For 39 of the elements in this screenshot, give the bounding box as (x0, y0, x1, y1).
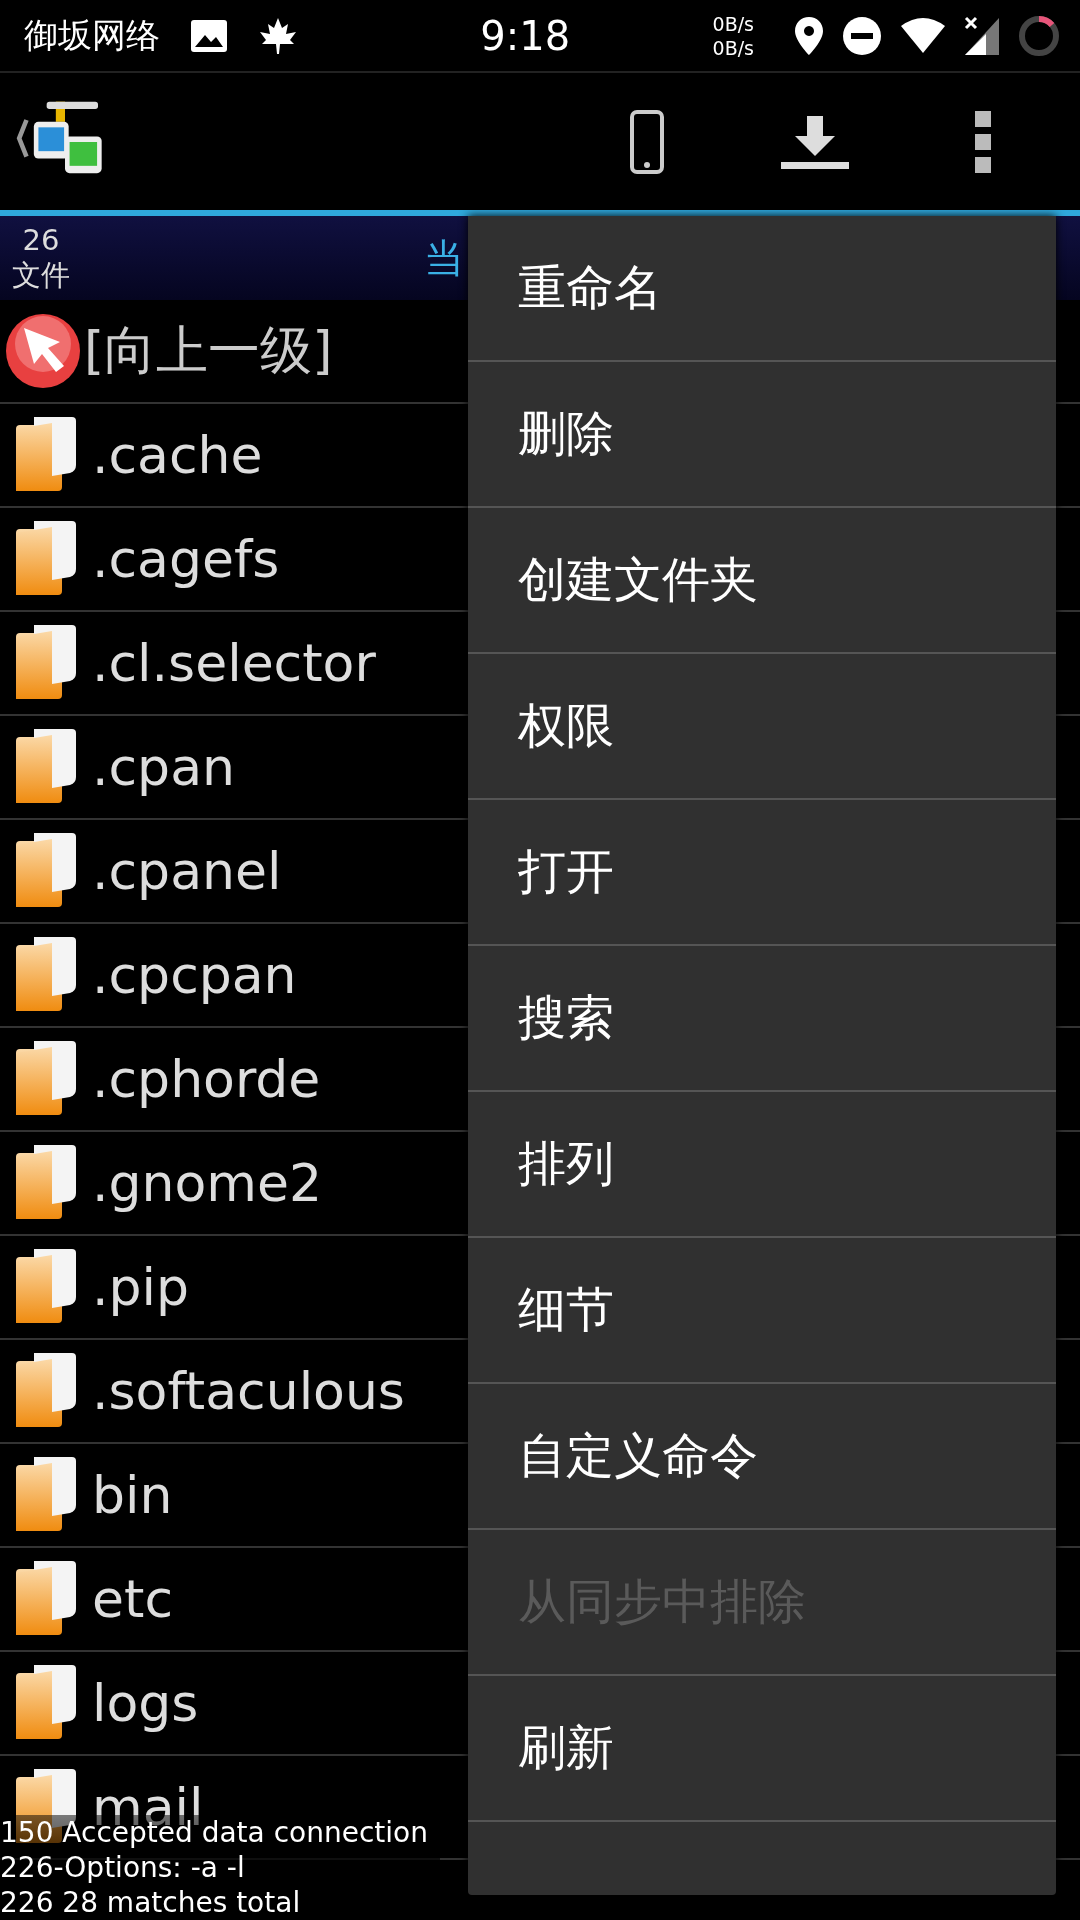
log-line: 226 28 matches total (0, 1885, 302, 1920)
battery-ring-icon (1018, 14, 1060, 57)
menu-item[interactable]: 排列 (468, 1092, 1056, 1238)
download-speed: 0B/s (712, 35, 754, 60)
carrier-name: 御坂网络 (24, 13, 160, 57)
location-pin-icon (794, 15, 824, 56)
folder-name: .cpcpan (92, 945, 297, 1005)
menu-item[interactable]: 打开 (468, 800, 1056, 946)
log-line: 226-Options: -a -l (0, 1850, 246, 1885)
menu-item[interactable]: 细节 (468, 1238, 1056, 1384)
folder-name: .softaculous (92, 1361, 405, 1421)
folder-name: .cache (92, 425, 263, 485)
wifi-icon (900, 17, 946, 54)
folder-name: .cl.selector (92, 633, 376, 693)
menu-item[interactable]: 重命名 (468, 216, 1056, 362)
menu-item[interactable]: 刷新 (468, 1676, 1056, 1822)
upload-speed: 0B/s (712, 11, 754, 36)
folder-name: .cpan (92, 737, 235, 797)
current-path: 当 (424, 233, 464, 283)
folder-name: etc (92, 1569, 173, 1629)
menu-item[interactable]: 创建文件夹 (468, 508, 1056, 654)
menu-item[interactable]: 搜索 (468, 946, 1056, 1092)
menu-item[interactable]: 删除 (468, 362, 1056, 508)
folder-name: .cphorde (92, 1049, 321, 1109)
folder-name: .gnome2 (92, 1153, 323, 1213)
folder-name: .pip (92, 1257, 189, 1317)
parent-folder-label: [向上一级] (84, 319, 333, 382)
signal-icon (964, 15, 1000, 56)
file-count: 26 (22, 223, 60, 258)
menu-item[interactable]: 权限 (468, 654, 1056, 800)
image-icon (190, 18, 228, 53)
do-not-disturb-icon (842, 15, 882, 56)
folder-name: bin (92, 1465, 173, 1525)
menu-item[interactable]: 自定义命令 (468, 1384, 1056, 1530)
clock-time: 9:18 (480, 12, 571, 59)
folder-name: .cagefs (92, 529, 280, 589)
file-count-label: 文件 (12, 258, 70, 293)
folder-name: logs (92, 1673, 199, 1733)
folder-name: .cpanel (92, 841, 282, 901)
